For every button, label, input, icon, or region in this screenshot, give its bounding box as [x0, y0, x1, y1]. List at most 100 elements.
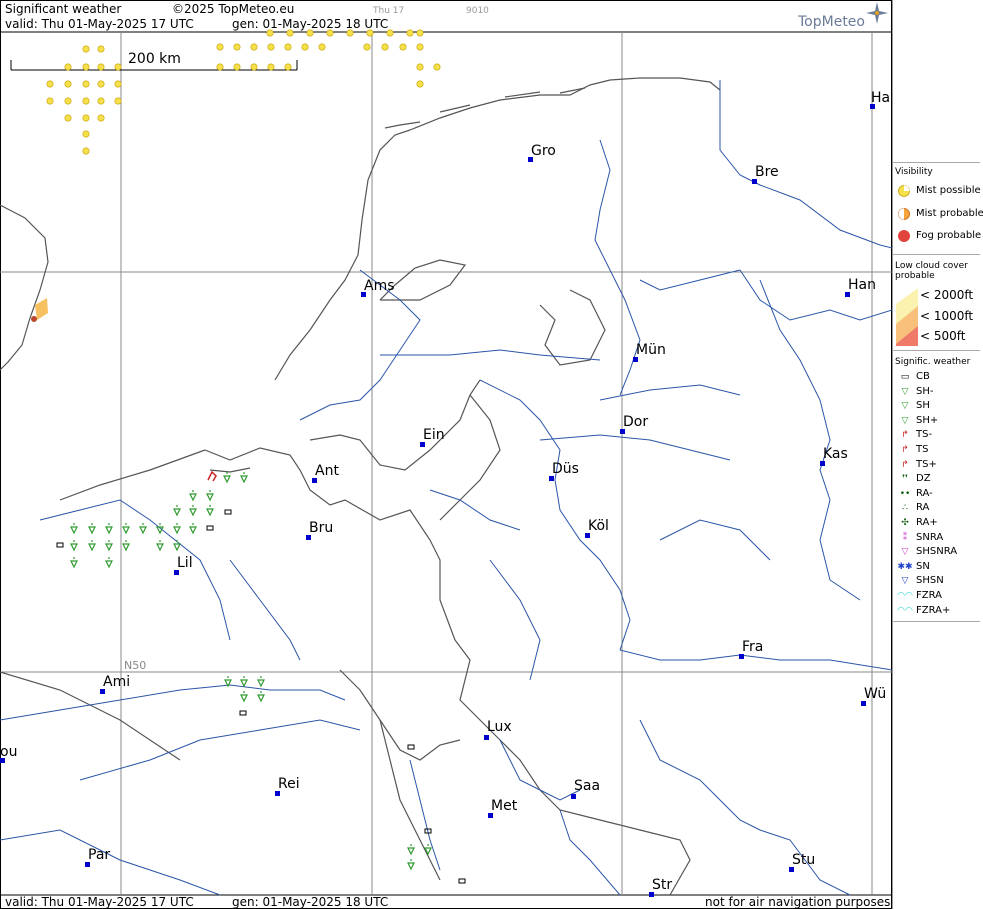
mist-possible-symbol: [416, 29, 424, 37]
sigwx-2-icon: ▽: [901, 401, 909, 412]
city-label: Str: [652, 877, 673, 893]
legend-mist-probable: Mist probable: [896, 208, 983, 220]
legend-sigwx-label: SH: [916, 400, 930, 412]
city-label: ou: [0, 744, 18, 760]
sigwx-10-icon: ✣: [901, 518, 909, 528]
legend-lowcloud-500: < 500ft: [920, 329, 966, 343]
cb-symbol: [239, 710, 247, 716]
shower-symbol: [223, 472, 231, 484]
mist-possible-symbol: [250, 63, 258, 71]
city-label: Dor: [623, 414, 649, 430]
mist-probable-icon: [898, 208, 910, 220]
legend-sigwx-ts-minusplus: ↱ TS+: [896, 459, 937, 471]
sigwx-7-icon: ❜❜: [902, 474, 908, 485]
shower-symbol: [70, 557, 78, 569]
cb-symbol: [407, 744, 415, 750]
topmeteo-logo[interactable]: TopMeteo: [798, 14, 865, 30]
shower-symbol: [206, 505, 214, 517]
mist-possible-symbol: [114, 80, 122, 88]
sigwx-15-icon: ◠◠: [897, 591, 913, 601]
sigwx-16-icon: ◠◠: [897, 605, 913, 616]
shower-symbol: [70, 523, 78, 535]
legend-sigwx-shsn: ▽ SHSN: [896, 575, 944, 587]
shower-symbol: [189, 505, 197, 517]
legend-sigwx-label: DZ: [916, 473, 931, 485]
shower-symbol: [257, 691, 265, 703]
city-label: Stu: [792, 852, 816, 868]
city-label: Mün: [636, 342, 666, 358]
shower-symbol: [407, 859, 415, 871]
city-label: Düs: [552, 461, 579, 477]
legend-sigwx-label: RA-: [916, 487, 933, 499]
legend-fog-probable: Fog probable: [896, 230, 981, 242]
shower-symbol: [407, 844, 415, 856]
legend-sigwx-dz: ❜❜ DZ: [896, 473, 931, 485]
legend-mist-possible: Mist possible: [896, 185, 981, 197]
scale-label: 200 km: [128, 51, 181, 67]
legend-sigwx-label: SH+: [916, 414, 939, 426]
mist-possible-symbol: [64, 97, 72, 105]
sigwx-6-icon: ↱: [901, 459, 909, 470]
sigwx-8-icon: ••: [899, 488, 911, 499]
legend-lowcloud-title: Low cloud cover: [895, 261, 968, 271]
fog-probable-icon: [898, 230, 910, 242]
city-label: Bru: [309, 520, 334, 536]
city-label: Han: [848, 277, 876, 293]
legend-sigwx-ts-minus: ↱ TS-: [896, 429, 932, 441]
city-label: Saa: [574, 778, 601, 794]
mist-possible-symbol: [216, 63, 224, 71]
valid-time: valid: Thu 01-May-2025 17 UTC: [5, 17, 194, 31]
shower-symbol: [173, 523, 181, 535]
grid-label-n50: N50: [124, 659, 147, 672]
faint-label-code: 9010: [466, 6, 489, 16]
sigwx-4-icon: ↱: [901, 430, 909, 441]
legend-sigwx-snra: ⁑ SNRA: [896, 532, 943, 544]
copyright: ©2025 TopMeteo.eu: [172, 2, 295, 16]
city-label: Fra: [742, 639, 764, 655]
legend-sigwx-label: TS-: [916, 429, 933, 441]
shower-symbol: [189, 490, 197, 502]
legend-sigwx-fzra-minusplus: ◠◠ FZRA+: [896, 605, 950, 617]
legend-sigwx-label: SH-: [916, 385, 934, 397]
legend-sigwx-sn: ✱✱ SN: [896, 561, 929, 573]
mist-possible-symbol: [250, 43, 258, 51]
mist-possible-symbol: [97, 63, 105, 71]
shower-symbol: [240, 472, 248, 484]
footer-valid-time: valid: Thu 01-May-2025 17 UTC: [5, 895, 194, 909]
legend-sigwx-ra-minus: •• RA-: [896, 488, 933, 500]
legend-lowcloud-2000: < 2000ft: [920, 288, 974, 302]
mist-possible-symbol: [64, 63, 72, 71]
city-label: Ami: [103, 674, 131, 690]
sigwx-11-icon: ⁑: [902, 532, 908, 543]
map-title: Significant weather: [5, 2, 122, 16]
sigwx-12-icon: ▽: [901, 547, 909, 558]
sigwx-5-icon: ↱: [901, 445, 909, 455]
mist-possible-symbol: [318, 43, 326, 51]
sigwx-0-icon: ▭: [900, 372, 910, 382]
mist-possible-symbol: [216, 43, 224, 51]
mist-possible-symbol: [82, 80, 90, 88]
shower-symbol: [224, 676, 232, 688]
mist-possible-symbol: [114, 97, 122, 105]
footer-disclaimer: not for air navigation purposes: [705, 895, 891, 909]
cb-symbol: [224, 509, 232, 515]
shower-symbol: [122, 540, 130, 552]
legend-sigwx-ra: ∴ RA: [896, 502, 929, 514]
compass-logo-icon: [866, 2, 888, 24]
shower-symbol: [173, 505, 181, 517]
sigwx-3-icon: ▽: [901, 415, 909, 426]
mist-possible-symbol: [233, 63, 241, 71]
shower-symbol: [88, 540, 96, 552]
mist-possible-symbol: [64, 80, 72, 88]
mist-possible-symbol: [64, 114, 72, 122]
mist-possible-symbol: [97, 80, 105, 88]
city-label: Ha: [871, 90, 891, 106]
mist-possible-symbol: [82, 130, 90, 138]
shower-symbol: [105, 523, 113, 535]
city-marker: [571, 794, 576, 799]
legend-sigwx-label: SNRA: [916, 531, 944, 543]
shower-symbol: [173, 540, 181, 552]
mist-possible-symbol: [97, 114, 105, 122]
mist-possible-symbol: [416, 43, 424, 51]
city-label: Lux: [487, 719, 512, 735]
